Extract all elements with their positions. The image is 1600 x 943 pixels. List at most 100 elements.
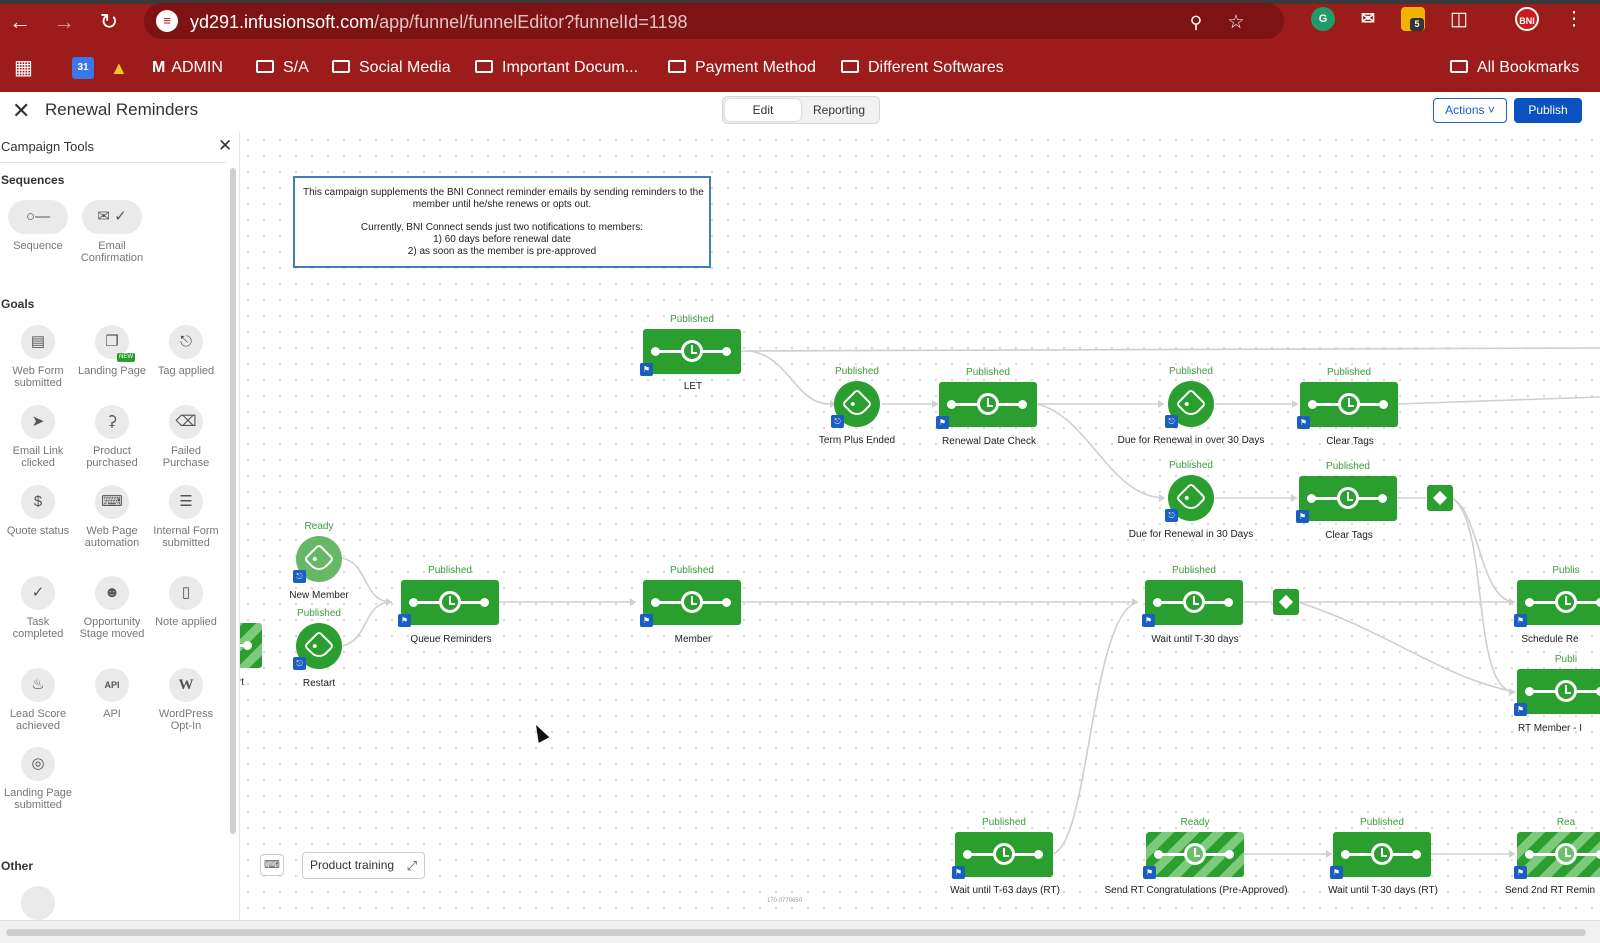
tool-note-applied[interactable]: ▯ Note applied xyxy=(149,576,223,628)
flag-icon: ⚑ xyxy=(1514,614,1527,627)
bookmark-star-icon[interactable]: ☆ xyxy=(1224,11,1248,35)
close-icon[interactable]: ✕ xyxy=(12,98,30,124)
sequence-block[interactable] xyxy=(1300,382,1398,427)
extension-with-badge-icon[interactable]: 5 xyxy=(1401,7,1425,31)
node-status: Rea xyxy=(1556,817,1576,828)
zoom-magnifier-icon[interactable]: ⚲ xyxy=(1184,11,1208,35)
publish-button[interactable]: Publish xyxy=(1514,98,1582,123)
tool-web-form-submitted[interactable]: ▤ Web Form submitted xyxy=(1,325,75,389)
tool-email-link-clicked[interactable]: ➤ Email Link clicked xyxy=(1,405,75,469)
campaign-canvas[interactable]: This campaign supplements the BNI Connec… xyxy=(240,132,1600,920)
back-arrow-icon[interactable]: ← xyxy=(6,8,34,36)
sequence-block[interactable] xyxy=(240,623,262,668)
tool-api[interactable]: API API xyxy=(75,668,149,720)
clock-icon xyxy=(1184,843,1206,865)
folder-icon xyxy=(841,60,859,73)
close-panel-icon[interactable]: ✕ xyxy=(218,136,232,156)
sequence-block[interactable] xyxy=(939,382,1037,427)
all-bookmarks[interactable]: All Bookmarks xyxy=(1450,56,1579,80)
actions-button[interactable]: Actions ˅ xyxy=(1433,98,1507,123)
clock-icon xyxy=(993,843,1015,865)
bookmark-social-media[interactable]: Social Media xyxy=(332,56,451,80)
node-status: Published xyxy=(428,565,472,576)
product-training-button[interactable]: Product training ⤢ xyxy=(302,852,425,879)
extensions-puzzle-icon[interactable]: ◫ xyxy=(1447,8,1471,32)
node-label: RT Member - I xyxy=(1517,723,1583,734)
mail-tracker-extension-icon[interactable]: ✉ xyxy=(1356,7,1380,31)
bookmark-important-documents[interactable]: Important Docum... xyxy=(475,56,638,80)
sequence-block[interactable] xyxy=(643,329,741,374)
node-status: Published xyxy=(1360,817,1404,828)
sequence-block[interactable] xyxy=(1145,580,1243,625)
tool-web-page-automation[interactable]: ⌨ Web Page automation xyxy=(75,485,149,549)
scrollbar-thumb[interactable] xyxy=(6,929,1586,936)
bookmark-different-softwares[interactable]: Different Softwares xyxy=(841,56,1004,80)
cart-icon: ⚳ xyxy=(95,405,129,439)
flame-icon: ♨ xyxy=(21,668,55,702)
sequence-block[interactable] xyxy=(643,580,741,625)
address-bar[interactable]: ≡ yd291.infusionsoft.com/app/funnel/funn… xyxy=(144,3,1284,39)
other-tool-icon xyxy=(21,886,55,920)
sequence-block[interactable] xyxy=(955,832,1053,877)
node-label: Send 2nd RT Remin xyxy=(1504,885,1596,896)
campaign-note[interactable]: This campaign supplements the BNI Connec… xyxy=(293,176,711,268)
tool-task-completed[interactable]: ✓ Task completed xyxy=(1,576,75,640)
dollar-icon: $ xyxy=(21,485,55,519)
clock-icon xyxy=(1338,393,1360,415)
flag-icon: ⚑ xyxy=(1514,703,1527,716)
browser-menu-icon[interactable]: ⋮ xyxy=(1562,8,1586,32)
sequence-block[interactable] xyxy=(1517,580,1600,625)
wire-let-term xyxy=(749,350,831,405)
drive-bookmark-icon[interactable]: ▲ xyxy=(110,56,128,80)
horizontal-scrollbar[interactable] xyxy=(0,920,1600,943)
sequence-block[interactable] xyxy=(1333,832,1431,877)
keyboard-shortcuts-button[interactable]: ⌨ xyxy=(260,854,284,876)
api-icon: API xyxy=(95,668,129,702)
bookmark-admin[interactable]: M ADMIN xyxy=(152,56,223,80)
apps-grid-icon[interactable]: ▦ xyxy=(14,56,33,80)
tool-lead-score-achieved[interactable]: ♨ Lead Score achieved xyxy=(1,668,75,732)
tool-tag-applied[interactable]: ⎋ Tag applied xyxy=(149,325,223,377)
forward-arrow-icon[interactable]: → xyxy=(50,8,78,36)
node-label: Queue Reminders xyxy=(410,634,492,645)
tool-label: Internal Form submitted xyxy=(153,525,219,549)
reload-icon[interactable]: ↻ xyxy=(95,8,123,36)
bookmark-payment-method[interactable]: Payment Method xyxy=(668,56,816,80)
grammarly-extension-icon[interactable]: G xyxy=(1311,7,1335,31)
campaign-tools-panel: Campaign Tools ✕ Sequences ○— Sequence ✉ … xyxy=(0,132,240,920)
folder-icon xyxy=(1450,60,1468,73)
sequence-block[interactable] xyxy=(1517,669,1600,714)
sequence-block[interactable] xyxy=(1517,832,1600,877)
tag-icon xyxy=(1175,388,1207,420)
decision-diamond[interactable] xyxy=(1273,589,1299,615)
tool-quote-status[interactable]: $ Quote status xyxy=(1,485,75,537)
tab-edit[interactable]: Edit xyxy=(725,99,801,121)
tool-label: Email Link clicked xyxy=(12,445,64,469)
tool-landing-page[interactable]: ❐ NEW Landing Page xyxy=(75,325,149,377)
tool-failed-purchase[interactable]: ⌫ Failed Purchase xyxy=(149,405,223,469)
note-icon: ▯ xyxy=(169,576,203,610)
tool-product-purchased[interactable]: ⚳ Product purchased xyxy=(75,405,149,469)
decision-diamond[interactable] xyxy=(1427,485,1453,511)
tool-opportunity-stage-moved[interactable]: ☻ Opportunity Stage moved xyxy=(75,576,149,640)
site-info-icon[interactable]: ≡ xyxy=(156,10,178,32)
tool-wordpress-opt-in[interactable]: W WordPress Opt-In xyxy=(149,668,223,732)
tool-sequence[interactable]: ○— Sequence xyxy=(1,200,75,252)
tool-landing-page-submitted[interactable]: ◎ Landing Page submitted xyxy=(1,747,75,811)
bookmark-label: All Bookmarks xyxy=(1477,59,1580,76)
calendar-bookmark-icon[interactable]: 31 xyxy=(72,57,94,79)
bookmark-sa[interactable]: S/A xyxy=(256,56,309,80)
panel-scrollbar[interactable] xyxy=(230,168,236,834)
sequence-block[interactable] xyxy=(1146,832,1244,877)
sequence-block[interactable] xyxy=(401,580,499,625)
tool-email-confirmation[interactable]: ✉ ✓ Email Confirmation xyxy=(75,200,149,264)
profile-avatar[interactable]: BNI xyxy=(1515,7,1539,31)
url-text[interactable]: yd291.infusionsoft.com/app/funnel/funnel… xyxy=(190,12,688,33)
wire-rdc-due30 xyxy=(1036,403,1166,499)
bookmark-label: ADMIN xyxy=(171,59,223,76)
tab-reporting[interactable]: Reporting xyxy=(801,99,877,121)
sequence-block[interactable] xyxy=(1299,476,1397,521)
tool-internal-form-submitted[interactable]: ☰ Internal Form submitted xyxy=(149,485,223,549)
web-page-icon: ⌨ xyxy=(95,485,129,519)
tool-other-partial[interactable] xyxy=(1,886,75,920)
